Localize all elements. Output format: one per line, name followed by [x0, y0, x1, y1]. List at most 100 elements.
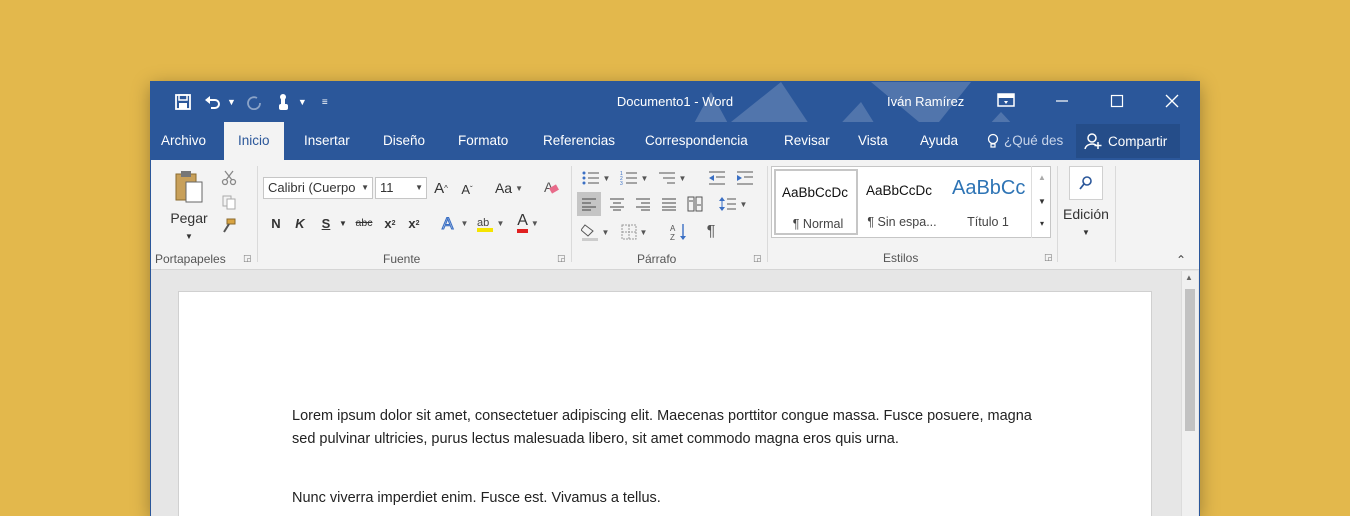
bullets-icon[interactable]: ▼ — [579, 168, 613, 188]
tab-correspondencia[interactable]: Correspondencia — [645, 122, 748, 160]
highlight-icon[interactable]: ab ▼ — [473, 211, 507, 235]
search-icon[interactable] — [1069, 166, 1103, 200]
group-divider — [1115, 166, 1116, 262]
font-name-combo[interactable]: Calibri (Cuerpo ▼ — [263, 177, 373, 199]
paragraph-launcher-icon[interactable]: ◲ — [753, 253, 762, 264]
font-group-label: Fuente — [383, 252, 421, 266]
font-color-icon[interactable]: A ▼ — [511, 211, 545, 235]
subscript-button[interactable]: x2 — [381, 212, 399, 234]
styles-launcher-icon[interactable]: ◲ — [1044, 252, 1053, 263]
user-name[interactable]: Iván Ramírez — [887, 94, 964, 109]
tab-archivo[interactable]: Archivo — [161, 122, 206, 160]
tab-referencias[interactable]: Referencias — [543, 122, 615, 160]
font-size-dropdown-icon[interactable]: ▼ — [415, 178, 423, 198]
document-paragraph[interactable]: Nunc viverra imperdiet enim. Fusce est. … — [292, 487, 1032, 510]
style-sample: AaBbCcDc — [866, 183, 933, 198]
undo-icon[interactable] — [201, 90, 225, 114]
document-paragraph[interactable]: Lorem ipsum dolor sit amet, consectetuer… — [292, 405, 1032, 451]
numbering-icon[interactable]: 1 2 3 ▼ — [617, 168, 651, 188]
editing-dropdown-icon[interactable]: ▼ — [1079, 226, 1093, 238]
paste-dropdown-icon[interactable]: ▼ — [181, 230, 197, 242]
shrink-font-icon[interactable]: Aˇ — [457, 179, 477, 199]
style-name: ¶ Normal — [792, 217, 844, 231]
strikethrough-button[interactable]: abc — [351, 212, 377, 234]
tell-me-text: ¿Qué des — [1004, 133, 1064, 148]
tab-insertar[interactable]: Insertar — [304, 122, 350, 160]
cut-icon[interactable] — [219, 168, 239, 188]
superscript-label: x — [408, 215, 416, 231]
share-button[interactable]: Compartir — [1076, 124, 1180, 158]
font-launcher-icon[interactable]: ◲ — [557, 253, 566, 264]
styles-more-icon[interactable]: ▾ — [1037, 216, 1047, 230]
justify-icon[interactable] — [657, 192, 681, 216]
font-name-dropdown-icon[interactable]: ▼ — [361, 178, 369, 198]
tab-diseno[interactable]: Diseño — [383, 122, 425, 160]
multilevel-list-icon[interactable]: ▼ — [655, 168, 689, 188]
tab-formato[interactable]: Formato — [458, 122, 508, 160]
styles-scroll: ▲ ▼ ▾ — [1031, 166, 1051, 238]
align-right-icon[interactable] — [631, 192, 655, 216]
tell-me-box[interactable]: ¿Qué des — [987, 122, 1063, 160]
superscript-button[interactable]: x2 — [405, 212, 423, 234]
style-sample: AaBbCcDc — [782, 185, 849, 200]
paste-label[interactable]: Pegar — [161, 208, 217, 228]
decrease-indent-icon[interactable] — [705, 168, 729, 188]
font-color-letter: A — [517, 213, 528, 233]
touch-dropdown-icon[interactable]: ▼ — [298, 97, 307, 107]
scroll-up-icon[interactable]: ▲ — [1185, 273, 1193, 282]
svg-text:ab: ab — [477, 217, 489, 229]
styles-scroll-up-icon[interactable]: ▲ — [1037, 170, 1047, 184]
styles-scroll-down-icon[interactable]: ▼ — [1037, 194, 1047, 208]
scrollbar-thumb[interactable] — [1185, 289, 1195, 431]
undo-dropdown-icon[interactable]: ▼ — [227, 97, 236, 107]
save-icon[interactable] — [171, 90, 195, 114]
editing-button[interactable]: Edición — [1057, 204, 1115, 224]
increase-indent-icon[interactable] — [733, 168, 757, 188]
columns-distribute-icon[interactable] — [683, 192, 707, 216]
person-add-icon — [1084, 133, 1102, 150]
paste-icon[interactable] — [169, 168, 209, 204]
vertical-scrollbar[interactable]: ▲ — [1181, 271, 1198, 516]
title-separator: - — [694, 94, 699, 109]
style-no-spacing[interactable]: AaBbCcDc ¶ Sin espa... — [860, 169, 944, 235]
ribbon: Pegar ▼ Portapapeles ◲ Calibri (Cuerpo ▼… — [151, 160, 1199, 270]
minimize-icon[interactable] — [1044, 88, 1080, 114]
maximize-icon[interactable] — [1099, 88, 1135, 114]
borders-icon[interactable]: ▼ — [617, 220, 651, 244]
ribbon-display-options-icon[interactable] — [996, 91, 1018, 111]
tab-ayuda[interactable]: Ayuda — [920, 122, 958, 160]
change-case-button[interactable]: Aa ▼ — [489, 177, 529, 199]
style-heading-1[interactable]: AaBbCc Título 1 — [946, 169, 1030, 235]
align-left-icon[interactable] — [577, 192, 601, 216]
document-page[interactable]: Lorem ipsum dolor sit amet, consectetuer… — [179, 292, 1151, 516]
line-spacing-icon[interactable]: ▼ — [715, 192, 751, 216]
close-icon[interactable] — [1154, 88, 1190, 114]
touch-mouse-mode-icon[interactable] — [272, 90, 296, 114]
document-title: Documento1 — [616, 94, 691, 109]
bold-button[interactable]: N — [267, 212, 285, 234]
collapse-ribbon-icon[interactable]: ⌃ — [1171, 252, 1191, 268]
copy-icon[interactable] — [219, 192, 239, 212]
redo-icon[interactable] — [242, 90, 266, 114]
grow-font-icon[interactable]: A ^ — [431, 177, 451, 199]
show-marks-button[interactable]: ¶ — [699, 220, 723, 244]
tab-inicio[interactable]: Inicio — [224, 122, 284, 160]
align-center-icon[interactable] — [605, 192, 629, 216]
customize-qat-icon[interactable]: ≡ — [313, 90, 337, 114]
italic-button[interactable]: K — [291, 212, 309, 234]
tab-revisar[interactable]: Revisar — [784, 122, 830, 160]
clipboard-group-label: Portapapeles — [155, 252, 226, 266]
style-name: Título 1 — [967, 215, 1009, 229]
clipboard-launcher-icon[interactable]: ◲ — [243, 253, 252, 264]
svg-text:A: A — [442, 214, 454, 233]
underline-dropdown-icon[interactable]: ▼ — [337, 216, 349, 230]
sort-icon[interactable]: AZ — [667, 220, 691, 244]
clear-formatting-icon[interactable]: A — [539, 175, 563, 199]
tab-vista[interactable]: Vista — [858, 122, 888, 160]
text-effects-icon[interactable]: A ▼ — [437, 211, 471, 235]
format-painter-icon[interactable] — [219, 216, 239, 236]
underline-button[interactable]: S — [317, 212, 335, 234]
font-size-combo[interactable]: 11 ▼ — [375, 177, 427, 199]
shading-icon[interactable]: ▼ — [577, 220, 613, 244]
style-normal[interactable]: AaBbCcDc ¶ Normal — [774, 169, 858, 235]
